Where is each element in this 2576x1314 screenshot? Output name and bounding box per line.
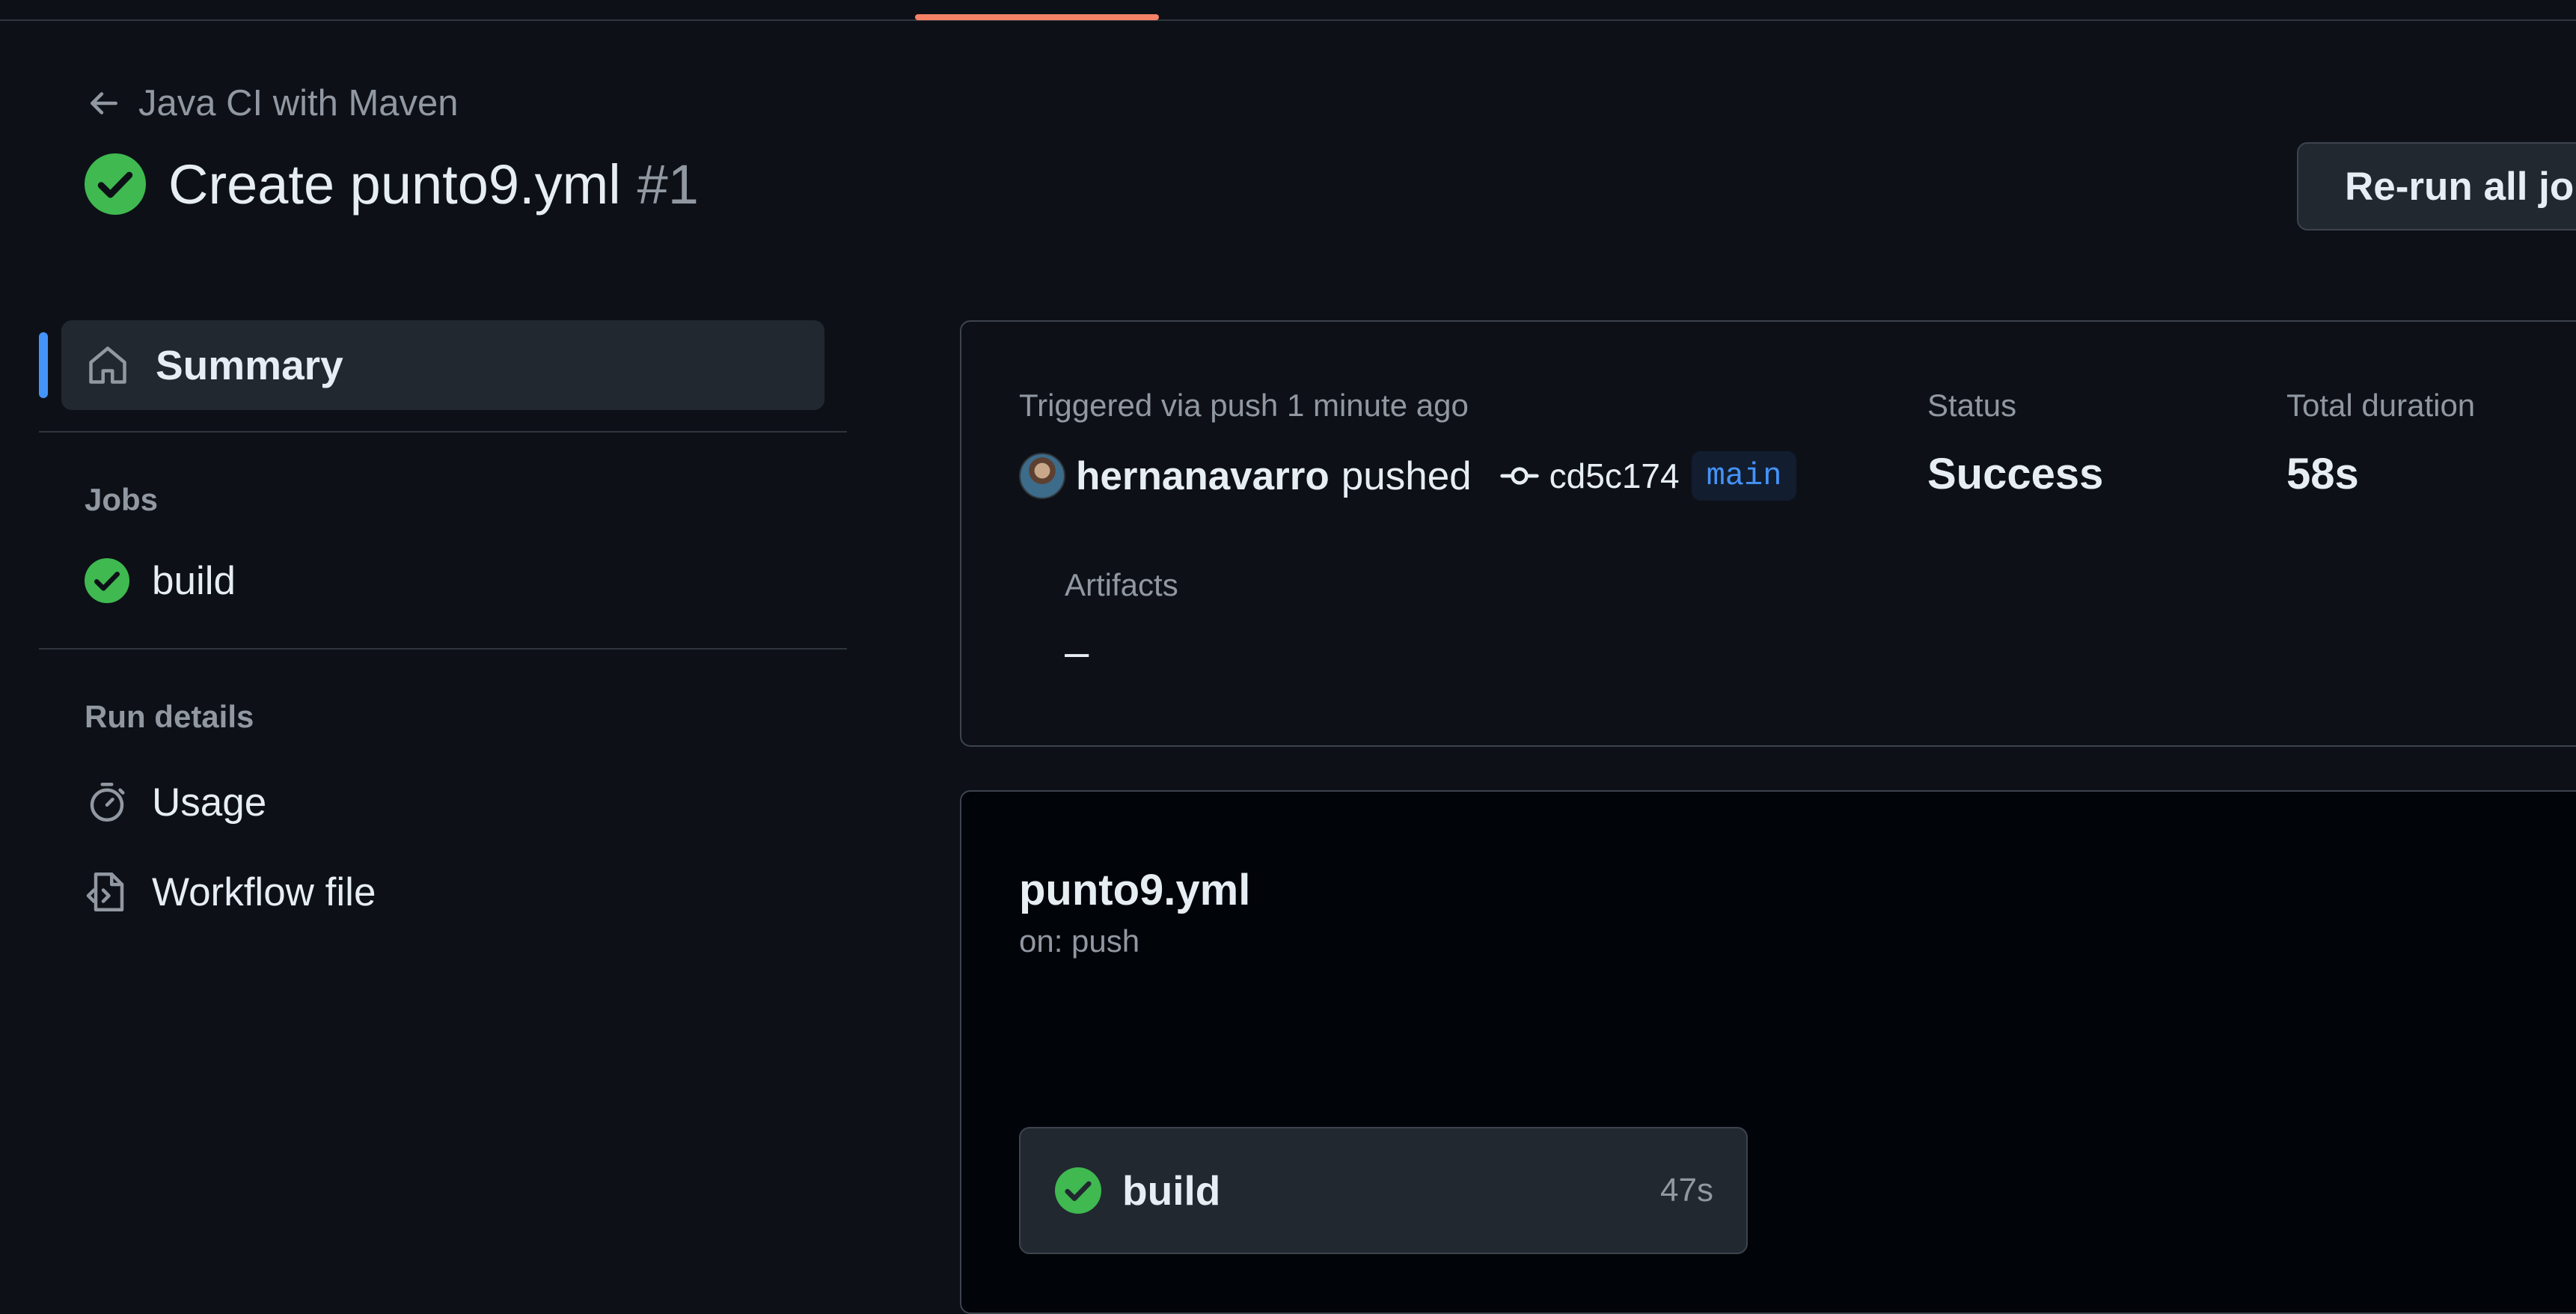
success-check-icon [85,558,129,603]
push-action: pushed [1341,453,1472,498]
git-commit-icon [1499,467,1539,485]
sidebar-item-label: build [152,558,236,603]
sidebar-item-label: Workflow file [152,870,376,914]
sidebar-item-label: Summary [156,342,343,388]
divider [39,648,847,650]
page-title: Create punto9.yml #1 [85,147,699,221]
workflow-graph: punto9.yml on: push build 47s [960,790,2576,1314]
run-summary-card: Triggered via push 1 minute ago hernanav… [960,320,2576,747]
sidebar-item-workflow-file[interactable]: Workflow file [85,862,847,922]
workflow-file-name: punto9.yml [1019,866,1251,914]
back-to-workflow-link[interactable]: Java CI with Maven [85,81,459,126]
rerun-all-jobs-button[interactable]: Re-run all jobs [2297,142,2576,230]
actor-name[interactable]: hernanavarro [1076,453,1330,499]
commit-sha-link[interactable]: cd5c174 [1549,456,1680,496]
divider [39,431,847,433]
arrow-left-icon [91,92,117,114]
job-node-build[interactable]: build 47s [1019,1127,1748,1254]
run-number: #1 [637,153,699,216]
status-label: Status [1927,388,2017,423]
run-details-section-title: Run details [85,699,254,734]
top-nav-bar [0,0,2576,21]
trigger-text: Triggered via push 1 minute ago [1019,388,1469,423]
workflow-name[interactable]: Java CI with Maven [138,82,459,124]
push-info: hernanavarro pushed cd5c174 main [1019,447,1797,504]
sidebar-item-label: Usage [152,780,267,825]
selected-indicator [39,332,48,398]
file-code-icon [86,873,124,911]
run-title: Create punto9.yml [168,153,621,216]
avatar[interactable] [1019,453,1065,499]
total-duration-label: Total duration [2286,388,2476,423]
success-check-icon [85,153,146,215]
branch-badge[interactable]: main [1691,451,1797,501]
workflow-trigger: on: push [1019,923,1140,959]
run-sidebar: Summary Jobs build Run details Usage Wor… [39,320,847,922]
success-check-icon [1055,1167,1101,1214]
active-tab-indicator [915,14,1159,20]
artifacts-value: – [1065,628,1089,676]
home-icon [89,346,126,384]
sidebar-item-job-build[interactable]: build [85,551,847,611]
job-duration: 47s [1660,1172,1713,1208]
sidebar-item-summary[interactable]: Summary [39,320,824,410]
total-duration-value: 58s [2286,450,2359,498]
jobs-section-title: Jobs [85,482,159,517]
status-value: Success [1927,450,2104,498]
stopwatch-icon [90,783,125,822]
artifacts-label: Artifacts [1065,567,1178,602]
job-name: build [1122,1167,1221,1214]
sidebar-item-usage[interactable]: Usage [85,772,847,832]
